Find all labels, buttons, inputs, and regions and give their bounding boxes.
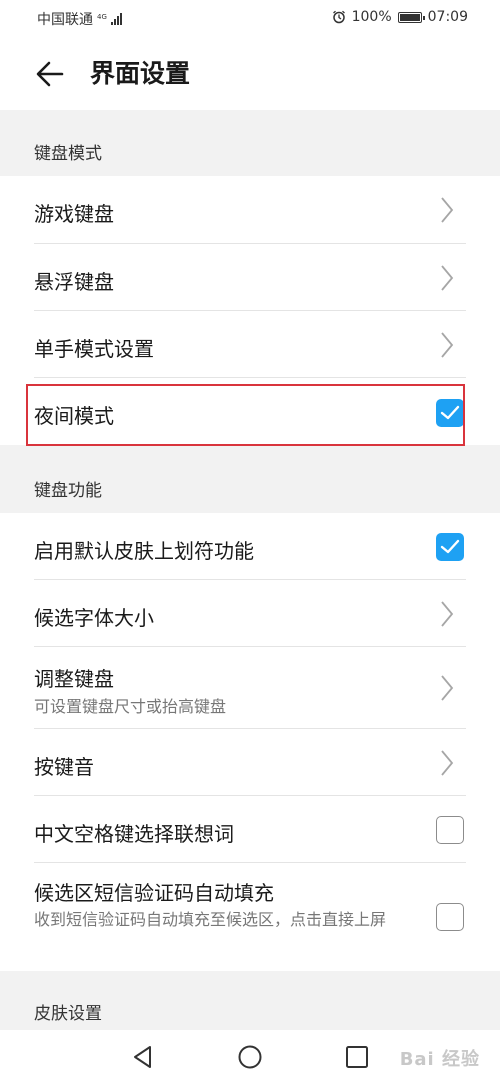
chevron-right-icon [441, 675, 454, 701]
setting-row-swipe-symbols[interactable]: 启用默认皮肤上划符功能 [0, 513, 500, 580]
nav-home-icon[interactable] [237, 1044, 263, 1070]
setting-label: 夜间模式 [34, 404, 114, 428]
checkmark-icon [440, 539, 460, 554]
back-arrow-icon[interactable] [34, 58, 66, 90]
section-header-skin-settings: 皮肤设置 [0, 971, 500, 1030]
chevron-right-icon [441, 265, 454, 291]
network-type: 4G [97, 12, 107, 21]
status-right: 100% 07:09 [332, 9, 468, 25]
setting-label: 候选字体大小 [34, 606, 154, 630]
setting-sublabel: 收到短信验证码自动填充至候选区，点击直接上屏 [34, 910, 387, 929]
carrier-name: 中国联通 [37, 12, 93, 28]
section-title: 皮肤设置 [34, 1004, 102, 1024]
alarm-icon [332, 10, 345, 24]
setting-sublabel: 可设置键盘尺寸或抬高键盘 [34, 697, 227, 716]
setting-label: 单手模式设置 [34, 337, 154, 361]
keyboard-functions-group: 启用默认皮肤上划符功能 候选字体大小 调整键盘 可设置键盘尺寸或抬高键盘 按键音… [0, 513, 500, 971]
space-association-checkbox[interactable] [436, 816, 464, 844]
swipe-symbols-checkbox[interactable] [436, 533, 464, 561]
section-title: 键盘模式 [34, 144, 102, 164]
setting-row-floating-keyboard[interactable]: 悬浮键盘 [0, 244, 500, 311]
watermark: Bai 经验 [399, 1049, 480, 1070]
setting-label: 游戏键盘 [34, 202, 114, 226]
clock: 07:09 [427, 9, 468, 25]
status-left: 中国联通 4G [37, 9, 122, 29]
night-mode-checkbox[interactable] [436, 399, 464, 427]
setting-label: 悬浮键盘 [34, 270, 114, 294]
setting-row-key-sound[interactable]: 按键音 [0, 729, 500, 796]
section-title: 键盘功能 [34, 481, 102, 501]
signal-icon [110, 13, 122, 25]
keyboard-mode-group: 游戏键盘 悬浮键盘 单手模式设置 夜间模式 [0, 176, 500, 445]
setting-label: 调整键盘 [34, 667, 114, 691]
setting-row-sms-code-autofill[interactable]: 候选区短信验证码自动填充 收到短信验证码自动填充至候选区，点击直接上屏 [0, 863, 500, 971]
setting-row-night-mode[interactable]: 夜间模式 [0, 378, 500, 445]
setting-label: 按键音 [34, 755, 94, 779]
nav-back-icon[interactable] [130, 1044, 156, 1070]
section-header-keyboard-mode: 键盘模式 [0, 110, 500, 176]
setting-row-game-keyboard[interactable]: 游戏键盘 [0, 176, 500, 244]
status-bar: 中国联通 4G 100% 07:09 [0, 0, 500, 36]
setting-label: 中文空格键选择联想词 [34, 822, 234, 846]
chevron-right-icon [441, 197, 454, 223]
title-bar: 界面设置 [0, 36, 500, 110]
battery-percent: 100% [351, 9, 392, 25]
checkmark-icon [440, 405, 460, 420]
battery-icon [397, 11, 425, 23]
nav-recents-icon[interactable] [344, 1044, 370, 1070]
setting-row-candidate-font-size[interactable]: 候选字体大小 [0, 580, 500, 647]
chevron-right-icon [441, 750, 454, 776]
setting-label: 候选区短信验证码自动填充 [34, 881, 274, 905]
chevron-right-icon [441, 601, 454, 627]
setting-row-adjust-keyboard[interactable]: 调整键盘 可设置键盘尺寸或抬高键盘 [0, 647, 500, 729]
setting-label: 启用默认皮肤上划符功能 [34, 539, 254, 563]
setting-row-one-hand-mode[interactable]: 单手模式设置 [0, 311, 500, 378]
sms-code-autofill-checkbox[interactable] [436, 903, 464, 931]
section-header-keyboard-functions: 键盘功能 [0, 447, 500, 513]
page-title: 界面设置 [90, 59, 191, 88]
chevron-right-icon [441, 332, 454, 358]
setting-row-space-association[interactable]: 中文空格键选择联想词 [0, 796, 500, 863]
